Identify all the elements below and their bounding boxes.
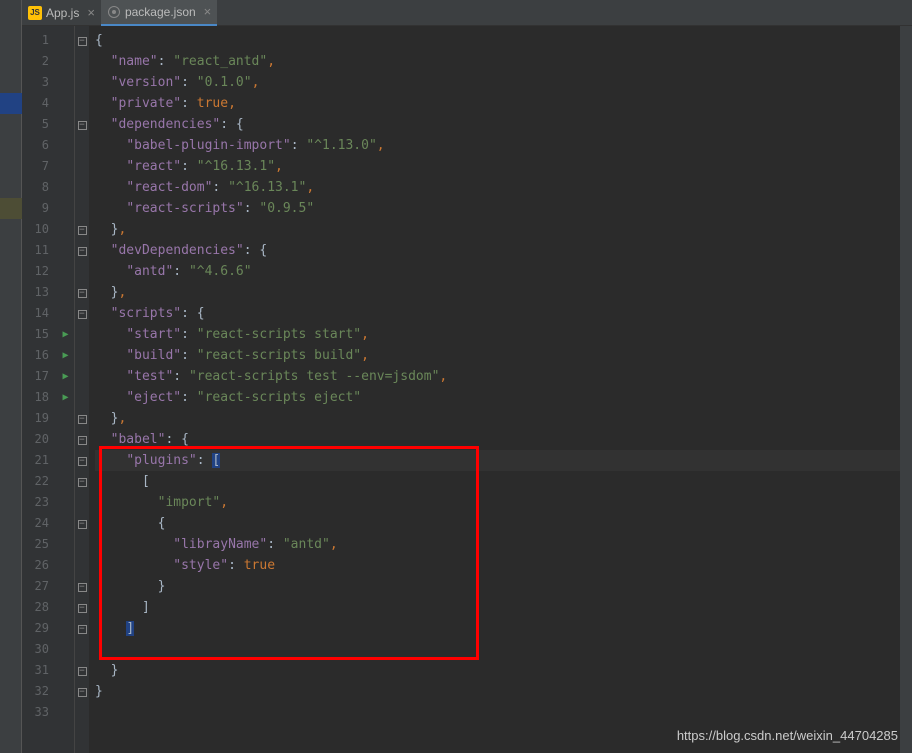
- code-line[interactable]: "private": true,: [95, 93, 912, 114]
- code-line[interactable]: [95, 639, 912, 660]
- fold-icon[interactable]: −: [78, 604, 87, 613]
- editor[interactable]: 1234567891011121314151617181920212223242…: [22, 26, 912, 753]
- code-line[interactable]: "start": "react-scripts start",: [95, 324, 912, 345]
- fold-icon[interactable]: −: [78, 226, 87, 235]
- fold-icon[interactable]: −: [78, 478, 87, 487]
- run-marker-icon[interactable]: ▶: [57, 345, 74, 366]
- code-line[interactable]: }: [95, 660, 912, 681]
- tab-bar: JS App.js × package.json ×: [22, 0, 912, 26]
- tab-label: package.json: [125, 5, 196, 19]
- code-line[interactable]: }: [95, 576, 912, 597]
- tab-label: App.js: [46, 6, 79, 20]
- line-numbers: 1234567891011121314151617181920212223242…: [22, 26, 57, 753]
- fold-column[interactable]: − − − − − − − − − − − − − − − −: [75, 26, 89, 753]
- run-marker-icon[interactable]: ▶: [57, 366, 74, 387]
- json-file-icon: [107, 5, 121, 19]
- code-line[interactable]: "librayName": "antd",: [95, 534, 912, 555]
- fold-icon[interactable]: −: [78, 688, 87, 697]
- code-line[interactable]: "version": "0.1.0",: [95, 72, 912, 93]
- fold-icon[interactable]: −: [78, 310, 87, 319]
- code-line[interactable]: {: [95, 30, 912, 51]
- code-line[interactable]: "style": true: [95, 555, 912, 576]
- fold-icon[interactable]: −: [78, 37, 87, 46]
- code-area[interactable]: { "name": "react_antd", "version": "0.1.…: [89, 26, 912, 753]
- run-markers: ▶▶▶▶: [57, 26, 75, 753]
- code-line[interactable]: "dependencies": {: [95, 114, 912, 135]
- code-line[interactable]: "build": "react-scripts build",: [95, 345, 912, 366]
- fold-icon[interactable]: −: [78, 289, 87, 298]
- code-line[interactable]: "react-dom": "^16.13.1",: [95, 177, 912, 198]
- code-line[interactable]: ]: [95, 597, 912, 618]
- tab-App-js[interactable]: JS App.js ×: [22, 0, 101, 26]
- code-line[interactable]: "name": "react_antd",: [95, 51, 912, 72]
- code-line[interactable]: "plugins": [: [95, 450, 912, 471]
- fold-icon[interactable]: −: [78, 436, 87, 445]
- gutter-mark: [0, 198, 22, 219]
- code-line[interactable]: "devDependencies": {: [95, 240, 912, 261]
- code-line[interactable]: "babel": {: [95, 429, 912, 450]
- gutter-mark: [0, 93, 22, 114]
- fold-icon[interactable]: −: [78, 520, 87, 529]
- fold-icon[interactable]: −: [78, 667, 87, 676]
- code-line[interactable]: "test": "react-scripts test --env=jsdom"…: [95, 366, 912, 387]
- code-line[interactable]: },: [95, 219, 912, 240]
- tab-package-json[interactable]: package.json ×: [101, 0, 217, 26]
- code-line[interactable]: [95, 702, 912, 723]
- code-line[interactable]: "import",: [95, 492, 912, 513]
- fold-icon[interactable]: −: [78, 583, 87, 592]
- fold-icon[interactable]: −: [78, 247, 87, 256]
- code-line[interactable]: "antd": "^4.6.6": [95, 261, 912, 282]
- fold-icon[interactable]: −: [78, 121, 87, 130]
- fold-icon[interactable]: −: [78, 457, 87, 466]
- fold-icon[interactable]: −: [78, 625, 87, 634]
- code-line[interactable]: ]: [95, 618, 912, 639]
- code-line[interactable]: }: [95, 681, 912, 702]
- code-line[interactable]: {: [95, 513, 912, 534]
- code-line[interactable]: },: [95, 408, 912, 429]
- js-file-icon: JS: [28, 6, 42, 20]
- run-marker-icon[interactable]: ▶: [57, 387, 74, 408]
- code-line[interactable]: "babel-plugin-import": "^1.13.0",: [95, 135, 912, 156]
- code-line[interactable]: "react-scripts": "0.9.5": [95, 198, 912, 219]
- code-line[interactable]: "scripts": {: [95, 303, 912, 324]
- scrollbar[interactable]: [900, 26, 912, 753]
- watermark: https://blog.csdn.net/weixin_44704285: [677, 728, 898, 743]
- close-icon[interactable]: ×: [204, 4, 212, 19]
- code-line[interactable]: "eject": "react-scripts eject": [95, 387, 912, 408]
- fold-icon[interactable]: −: [78, 415, 87, 424]
- code-line[interactable]: "react": "^16.13.1",: [95, 156, 912, 177]
- code-line[interactable]: },: [95, 282, 912, 303]
- run-marker-icon[interactable]: ▶: [57, 324, 74, 345]
- close-icon[interactable]: ×: [87, 5, 95, 20]
- code-line[interactable]: [: [95, 471, 912, 492]
